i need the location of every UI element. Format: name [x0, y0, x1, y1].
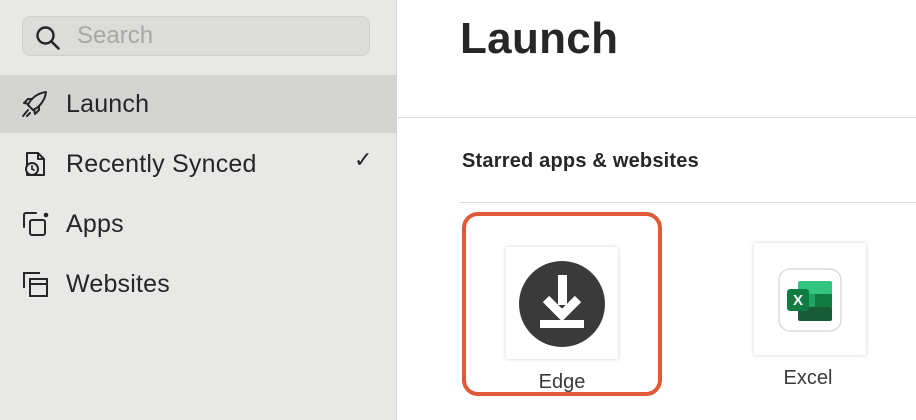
rocket-icon — [22, 91, 47, 117]
sidebar-item-apps[interactable]: Apps — [0, 195, 397, 253]
checkmark-icon: ✓ — [354, 148, 373, 173]
search-field[interactable] — [22, 16, 370, 56]
apps-icon — [23, 212, 49, 236]
header-divider — [398, 117, 916, 118]
sidebar-item-label: Recently Synced — [66, 149, 257, 178]
app-icon-box: X — [754, 243, 866, 355]
sidebar-item-launch[interactable]: Launch — [0, 75, 397, 133]
app-tile-label: Edge — [538, 371, 586, 393]
app-tile-excel[interactable]: X Excel — [712, 212, 912, 396]
page-title: Launch — [460, 14, 619, 63]
search-icon — [36, 26, 60, 50]
app-tile-edge[interactable]: Edge — [462, 212, 662, 396]
clock-document-icon — [25, 152, 45, 176]
search-input[interactable] — [77, 21, 357, 51]
sidebar-item-label: Apps — [66, 209, 124, 238]
sidebar-item-label: Launch — [66, 89, 150, 118]
sidebar: Launch Recently Synced ✓ Apps Websites — [0, 0, 397, 420]
app-tile-label: Excel — [783, 367, 833, 389]
download-icon — [519, 261, 605, 347]
svg-text:X: X — [793, 292, 803, 309]
sidebar-item-label: Websites — [66, 269, 170, 298]
section-divider — [460, 202, 916, 203]
sidebar-item-websites[interactable]: Websites — [0, 255, 397, 313]
websites-icon — [23, 272, 48, 297]
excel-icon: X — [778, 268, 842, 332]
app-icon-box — [506, 247, 618, 359]
sidebar-item-recently-synced[interactable]: Recently Synced ✓ — [0, 135, 397, 193]
section-title: Starred apps & websites — [462, 150, 699, 172]
main-content: Launch Starred apps & websites Edge X Ex… — [398, 0, 916, 420]
